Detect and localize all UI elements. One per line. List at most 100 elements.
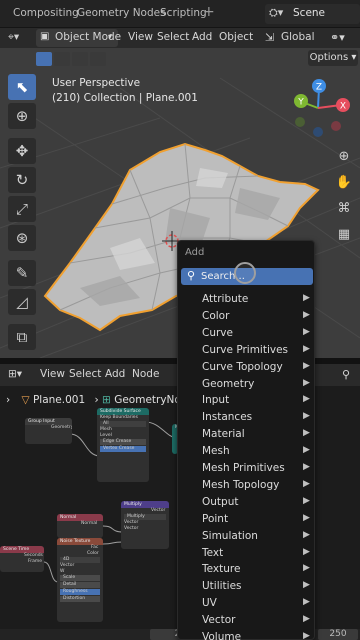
- measure-tool-icon[interactable]: ◿: [8, 289, 36, 315]
- gizmo-y-label: Y: [297, 98, 304, 108]
- orientation-label: Global: [281, 31, 315, 43]
- menu-item-material[interactable]: Material ▶: [178, 427, 314, 444]
- node-row[interactable]: Roughness: [60, 589, 100, 595]
- submenu-arrow-icon: ▶: [303, 478, 310, 489]
- menu-item-label: Instances: [202, 411, 253, 424]
- scene-icon: ⛭▾: [269, 6, 284, 19]
- node-normal[interactable]: Normal Normal: [57, 514, 103, 538]
- menu-item-label: Curve: [202, 326, 233, 339]
- menu-item-label: Color: [202, 309, 230, 322]
- select-box-icon[interactable]: [36, 52, 52, 66]
- perspective-label: User Perspective: [52, 77, 141, 89]
- pan-hand-icon[interactable]: ✋: [333, 172, 355, 194]
- tab-geometry-nodes[interactable]: Geometry Nodes: [77, 7, 166, 19]
- menu-add[interactable]: Add: [192, 31, 212, 43]
- submenu-arrow-icon: ▶: [303, 326, 310, 337]
- cursor-tool-icon[interactable]: ⊕: [8, 103, 36, 129]
- node-socket-label: Geometry: [51, 425, 72, 430]
- menu-item-vector[interactable]: Vector ▶: [178, 613, 314, 630]
- rotate-tool-icon[interactable]: ↻: [8, 167, 36, 193]
- menu-item-mesh-primitives[interactable]: Mesh Primitives ▶: [178, 461, 314, 478]
- menu-item-output[interactable]: Output ▶: [178, 495, 314, 512]
- menu-item-label: Curve Topology: [202, 360, 283, 373]
- node-title: Subdivide Surface: [97, 408, 149, 415]
- gizmo-x-label: X: [340, 102, 346, 112]
- viewport-info: User Perspective (210) Collection | Plan…: [52, 76, 198, 106]
- node-menu-select[interactable]: Select: [69, 368, 101, 380]
- annotate-tool-icon[interactable]: ✎: [8, 260, 36, 286]
- collection-label: (210) Collection | Plane.001: [52, 92, 198, 104]
- end-frame-field[interactable]: 250: [318, 629, 358, 640]
- menu-item-label: Vector: [202, 614, 236, 627]
- menu-item-simulation[interactable]: Simulation ▶: [178, 529, 314, 546]
- scale-tool-icon[interactable]: ⤢: [8, 196, 36, 222]
- tab-scripting[interactable]: Scripting: [160, 7, 207, 19]
- node-multiply[interactable]: Multiply Vector Multiply Vector Vector: [121, 501, 169, 549]
- tab-compositing[interactable]: Compositing: [13, 7, 79, 19]
- node-menu-node[interactable]: Node: [132, 368, 159, 380]
- menu-item-curve-primitives[interactable]: Curve Primitives ▶: [178, 343, 314, 360]
- node-row[interactable]: Scale: [60, 575, 100, 581]
- navigation-gizmo[interactable]: Z Y X: [294, 79, 350, 137]
- select-extend-icon[interactable]: [54, 52, 70, 66]
- menu-item-mesh[interactable]: Mesh ▶: [178, 444, 314, 461]
- link-icon[interactable]: ⚭▾: [330, 31, 345, 44]
- node-row[interactable]: Distortion: [60, 596, 100, 602]
- zoom-icon[interactable]: ⊕: [333, 146, 355, 168]
- editor-type-icon[interactable]: ⌖▾: [8, 31, 19, 44]
- perspective-toggle-icon[interactable]: ▦: [333, 224, 355, 246]
- menu-item-attribute[interactable]: Attribute ▶: [178, 292, 314, 309]
- touch-cursor-icon: [234, 262, 256, 284]
- node-noise-texture[interactable]: Noise Texture Fac Color 4D Vector W Scal…: [57, 538, 103, 622]
- camera-icon[interactable]: ⌘: [333, 198, 355, 220]
- menu-item-volume[interactable]: Volume ▶: [178, 630, 314, 640]
- pin-icon[interactable]: ⚲: [342, 368, 350, 381]
- select-subtract-icon[interactable]: [72, 52, 88, 66]
- menu-item-mesh-topology[interactable]: Mesh Topology ▶: [178, 478, 314, 495]
- node-title: Noise Texture: [57, 538, 103, 545]
- node-row[interactable]: Edge Crease: [100, 439, 146, 445]
- add-workspace-icon[interactable]: +: [203, 4, 215, 20]
- submenu-arrow-icon: ▶: [303, 614, 310, 625]
- menu-item-uv[interactable]: UV ▶: [178, 596, 314, 613]
- menu-item-curve-topology[interactable]: Curve Topology ▶: [178, 360, 314, 377]
- menu-object[interactable]: Object: [219, 31, 253, 43]
- menu-item-label: Geometry: [202, 377, 255, 390]
- options-label: Options: [309, 52, 349, 63]
- menu-item-label: Point: [202, 512, 229, 525]
- select-invert-icon[interactable]: [90, 52, 106, 66]
- submenu-arrow-icon: ▶: [303, 360, 310, 371]
- menu-item-geometry[interactable]: Geometry ▶: [178, 377, 314, 394]
- menu-item-label: Curve Primitives: [202, 343, 289, 356]
- transform-tool-icon[interactable]: ⊛: [8, 225, 36, 251]
- move-tool-icon[interactable]: ✥: [8, 138, 36, 164]
- menu-item-text[interactable]: Text ▶: [178, 546, 314, 563]
- node-menu-add[interactable]: Add: [105, 368, 125, 380]
- add-menu: Add ⚲ Attribute▶Color▶Curve▶Curve Primit…: [177, 240, 315, 640]
- node-row[interactable]: Detail: [60, 582, 100, 588]
- menu-item-input[interactable]: Input ▶: [178, 393, 314, 410]
- options-button[interactable]: Options ▾: [308, 50, 358, 66]
- mode-selector[interactable]: ▣ Object Mode ▾: [36, 29, 121, 47]
- node-row[interactable]: Vertex Crease: [100, 446, 146, 452]
- menu-item-point[interactable]: Point ▶: [178, 512, 314, 529]
- submenu-arrow-icon: ▶: [303, 411, 310, 422]
- submenu-arrow-icon: ▶: [303, 462, 310, 472]
- transform-orientation[interactable]: ⇲ Global: [265, 29, 323, 47]
- node-editor-type-icon[interactable]: ⊞▾: [8, 368, 22, 380]
- menu-item-instances[interactable]: Instances ▶: [178, 410, 314, 427]
- node-scene-time[interactable]: Scene Time Seconds Frame: [0, 546, 44, 572]
- node-group-input[interactable]: Group Input Geometry: [25, 418, 72, 444]
- menu-item-utilities[interactable]: Utilities ▶: [178, 579, 314, 596]
- menu-item-label: Material: [202, 428, 245, 441]
- node-menu-view[interactable]: View: [40, 368, 65, 380]
- menu-item-color[interactable]: Color ▶: [178, 309, 314, 326]
- scene-selector[interactable]: ⛭▾ Scene: [265, 4, 360, 24]
- add-cube-tool-icon[interactable]: ⧉: [8, 324, 36, 350]
- menu-view[interactable]: View: [128, 31, 153, 43]
- menu-item-curve[interactable]: Curve ▶: [178, 326, 314, 343]
- node-subdivide-surface[interactable]: Subdivide Surface Keep Boundaries All Me…: [97, 408, 149, 482]
- menu-item-texture[interactable]: Texture ▶: [178, 562, 314, 579]
- select-tool-icon[interactable]: ⬉: [8, 74, 36, 100]
- menu-select[interactable]: Select: [157, 31, 189, 43]
